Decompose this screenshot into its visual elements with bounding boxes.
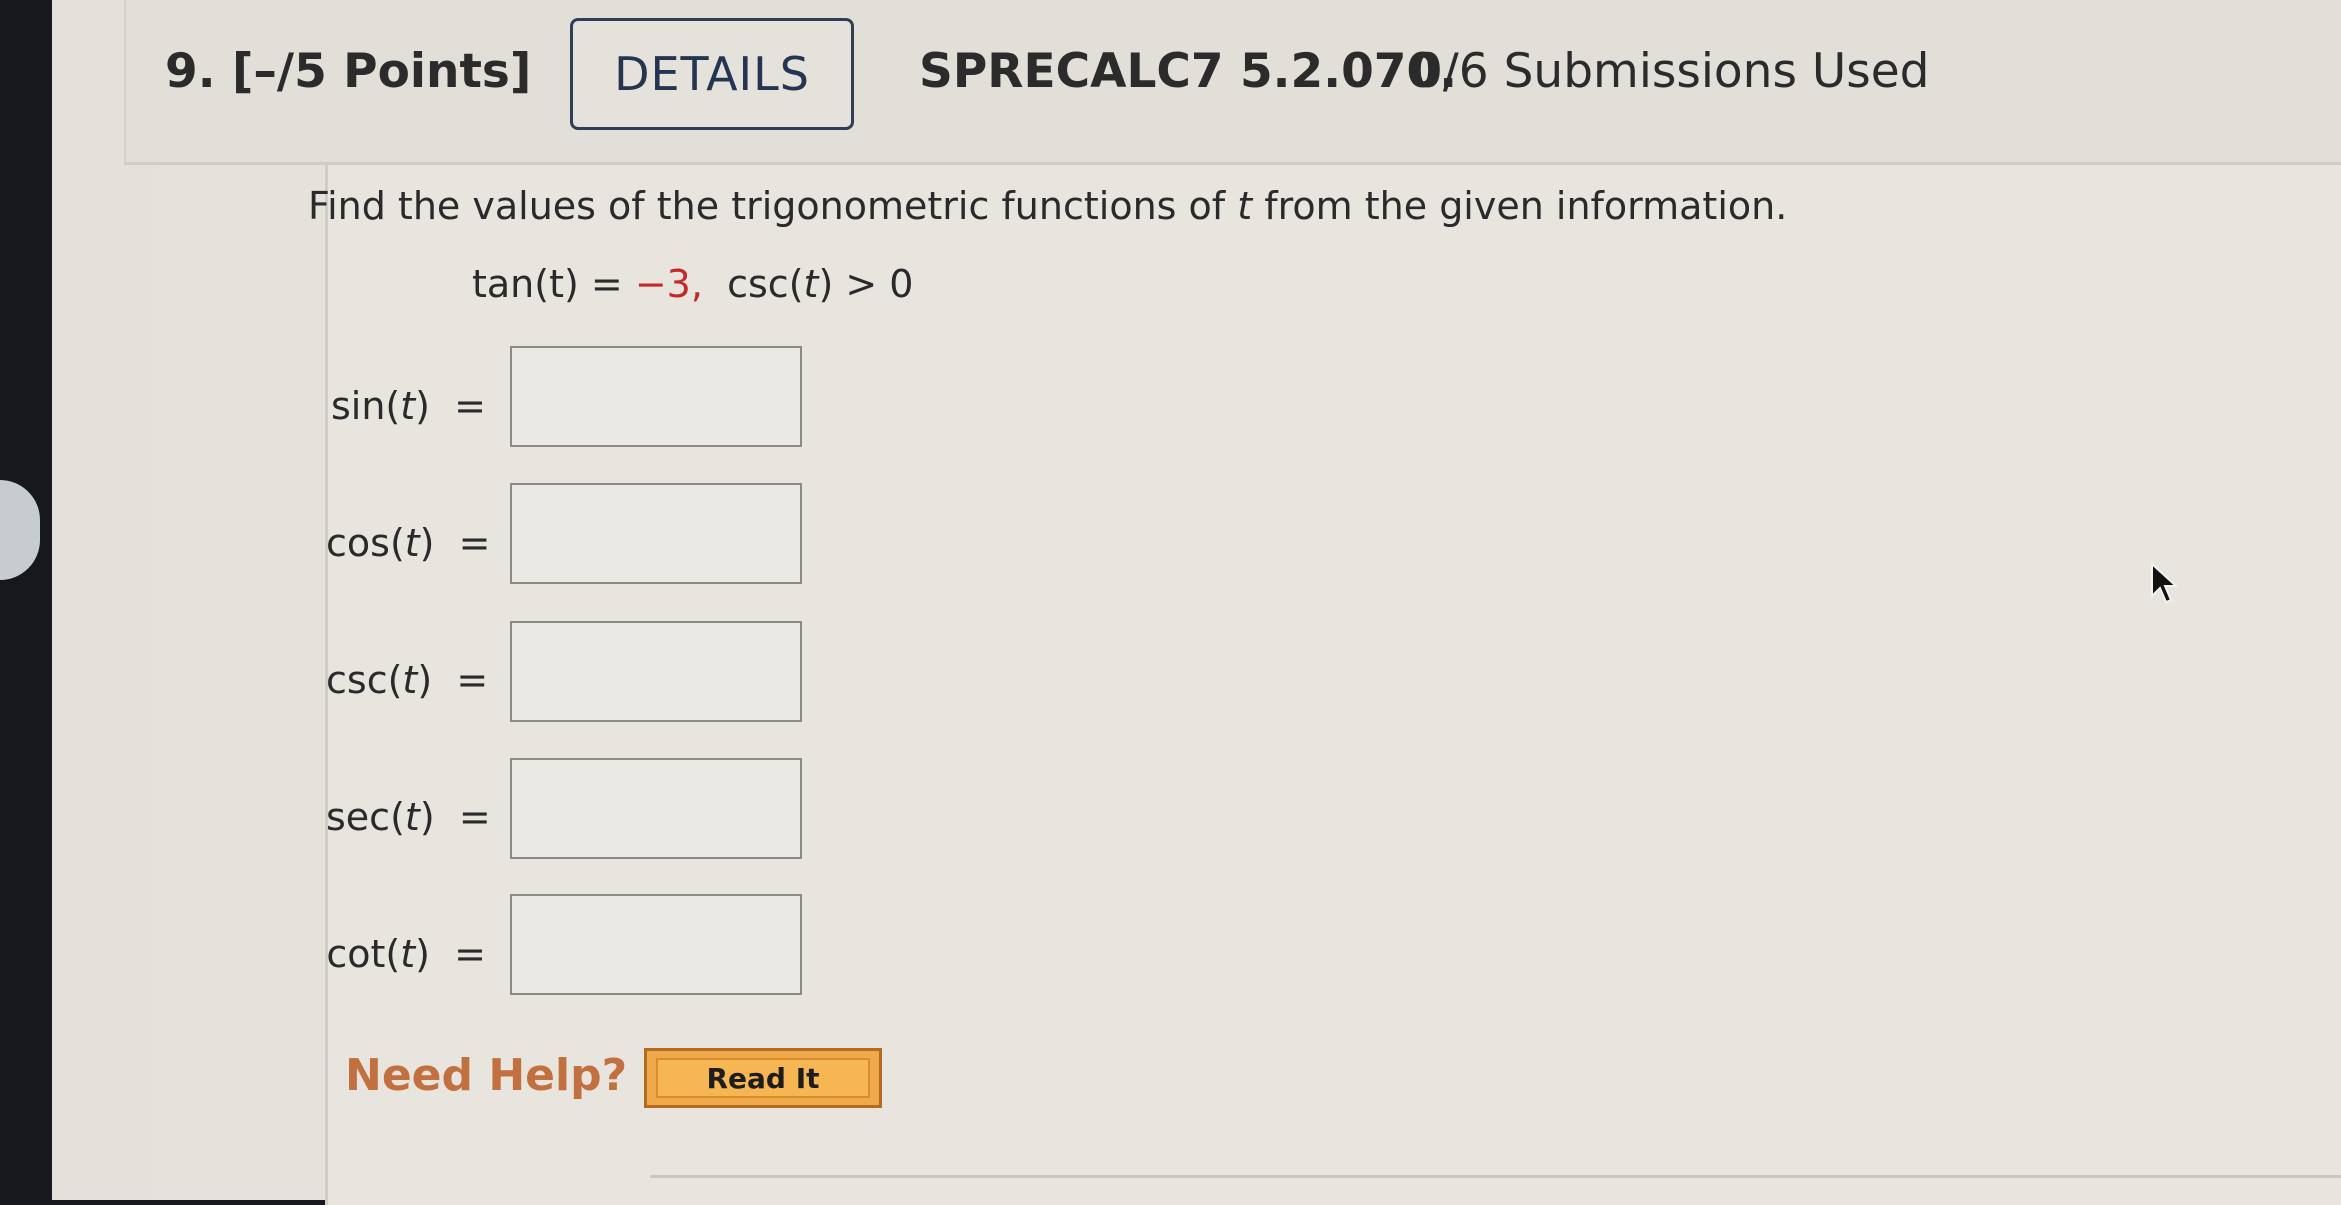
mouse-pointer-icon [2151, 562, 2179, 604]
question-number-and-points: 9. [–/5 Points] [165, 44, 531, 99]
sin-label: sin(t) = [326, 384, 486, 428]
csc-fn: csc( [326, 658, 403, 702]
csc-answer-input[interactable] [510, 621, 802, 722]
cos-fn: cos( [326, 521, 405, 565]
csc-close: ) [417, 658, 433, 702]
csc-label: csc(t) = [326, 658, 489, 702]
given-information: tan(t) = −3, csc(t) > 0 [472, 262, 913, 306]
question-instruction: Find the values of the trigonometric fun… [308, 184, 1787, 228]
cot-close: ) [415, 932, 430, 976]
webassign-page [52, 0, 2341, 1205]
sin-answer-input[interactable] [510, 346, 802, 447]
cot-answer-input[interactable] [510, 894, 802, 995]
problem-code: SPRECALC7 5.2.070. [919, 44, 1458, 99]
csc-equals: = [456, 658, 489, 702]
sec-fn: sec( [326, 795, 405, 839]
given-csc-rest: ) > 0 [818, 262, 914, 306]
cot-var: t [400, 932, 416, 976]
cos-answer-input[interactable] [510, 483, 802, 584]
submissions-used: 0/6 Submissions Used [1413, 44, 1930, 99]
read-it-label: Read It [656, 1058, 870, 1098]
read-it-button[interactable]: Read It [644, 1048, 882, 1108]
sin-close: ) [415, 384, 430, 428]
sec-var: t [404, 795, 420, 839]
cos-close: ) [419, 521, 435, 565]
cos-var: t [404, 521, 420, 565]
sec-label: sec(t) = [326, 795, 491, 839]
given-tan-prefix: tan(t) = [472, 262, 635, 306]
cos-equals: = [458, 521, 491, 565]
details-button[interactable]: DETAILS [570, 18, 854, 130]
question-number: 9. [165, 44, 216, 99]
points-label: [–/5 Points] [231, 44, 532, 99]
cot-fn: cot( [326, 932, 401, 976]
instruction-variable: t [1237, 184, 1253, 228]
screen-glare [0, 480, 40, 580]
sin-equals: = [454, 384, 486, 428]
sec-answer-input[interactable] [510, 758, 802, 859]
sec-close: ) [419, 795, 435, 839]
instruction-text-post: from the given information. [1252, 184, 1788, 228]
sin-var: t [400, 384, 416, 428]
cos-label: cos(t) = [326, 521, 491, 565]
instruction-text-pre: Find the values of the trigonometric fun… [308, 184, 1238, 228]
cot-label: cot(t) = [326, 932, 486, 976]
given-csc-var: t [803, 262, 819, 306]
next-section-border [650, 1175, 2341, 1178]
sec-equals: = [458, 795, 491, 839]
need-help-label: Need Help? [345, 1050, 628, 1101]
csc-var: t [402, 658, 418, 702]
given-tan-value: −3, [634, 262, 703, 306]
sin-fn: sin( [330, 384, 401, 428]
cot-equals: = [454, 932, 486, 976]
given-csc-fn: csc( [727, 262, 804, 306]
